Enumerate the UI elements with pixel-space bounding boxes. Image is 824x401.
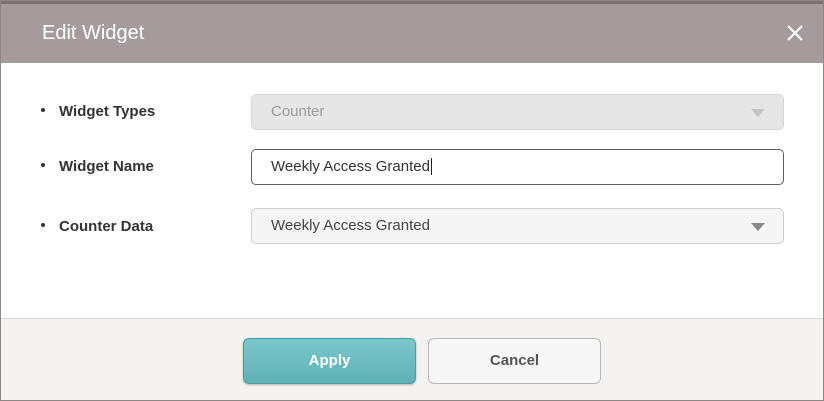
- widget-name-value: Weekly Access Granted: [271, 158, 430, 175]
- chevron-down-icon: [751, 223, 765, 231]
- widget-name-input[interactable]: Weekly Access Granted: [251, 149, 784, 185]
- dialog-footer: Apply Cancel: [1, 318, 823, 400]
- counter-data-value: Weekly Access Granted: [271, 217, 430, 234]
- dialog-titlebar: Edit Widget: [1, 1, 823, 63]
- widget-types-label: Widget Types: [41, 103, 155, 120]
- close-button[interactable]: [783, 21, 807, 45]
- bullet-icon: [41, 223, 45, 228]
- chevron-down-icon: [751, 109, 765, 117]
- cancel-button[interactable]: Cancel: [428, 338, 601, 384]
- edit-widget-dialog: Edit Widget Widget Types Counter Widget …: [0, 0, 824, 401]
- widget-types-value: Counter: [271, 103, 325, 120]
- bullet-icon: [41, 163, 45, 168]
- text-cursor: [430, 157, 432, 175]
- apply-button[interactable]: Apply: [243, 338, 416, 384]
- bullet-icon: [41, 108, 45, 113]
- counter-data-select[interactable]: Weekly Access Granted: [251, 208, 784, 244]
- widget-name-label: Widget Name: [41, 158, 154, 175]
- close-icon: [787, 25, 803, 41]
- counter-data-label: Counter Data: [41, 218, 153, 235]
- widget-types-select[interactable]: Counter: [251, 94, 784, 130]
- dialog-title: Edit Widget: [42, 22, 145, 44]
